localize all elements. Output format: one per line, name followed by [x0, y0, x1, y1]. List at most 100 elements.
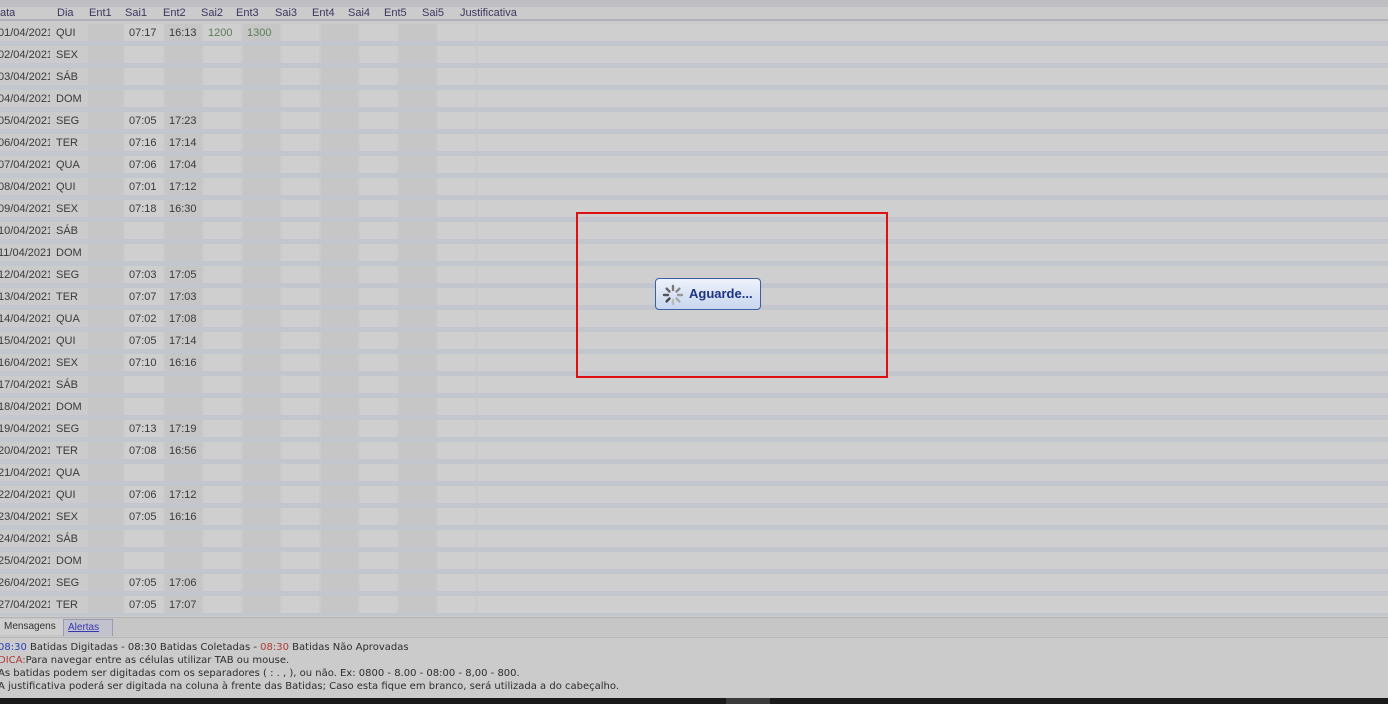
cell-ent1[interactable]: [90, 48, 122, 62]
punch-cell[interactable]: [321, 464, 358, 481]
cell-ent1[interactable]: [90, 224, 122, 238]
punch-cell[interactable]: [321, 596, 358, 613]
cell-sai1[interactable]: 07:05: [129, 510, 161, 524]
punch-cell[interactable]: [399, 288, 436, 305]
punch-cell[interactable]: [438, 134, 475, 151]
cell-sai2[interactable]: [208, 202, 240, 216]
cell-ent3[interactable]: [247, 334, 279, 348]
cell-ent1[interactable]: [90, 554, 122, 568]
punch-cell[interactable]: [438, 156, 475, 173]
cell-ent3[interactable]: [247, 378, 279, 392]
punch-cell[interactable]: [438, 288, 475, 305]
cell-sai2[interactable]: [208, 180, 240, 194]
punch-cell[interactable]: [282, 244, 319, 261]
cell-sai2[interactable]: [208, 48, 240, 62]
cell-sai2[interactable]: 1200: [208, 26, 240, 40]
cell-ent1[interactable]: [90, 532, 122, 546]
punch-cell[interactable]: [321, 420, 358, 437]
punch-cell[interactable]: [360, 46, 397, 63]
cell-sai2[interactable]: [208, 92, 240, 106]
cell-ent3[interactable]: [247, 400, 279, 414]
cell-ent3[interactable]: [247, 180, 279, 194]
cell-sai1[interactable]: [129, 378, 161, 392]
punch-cell[interactable]: [399, 420, 436, 437]
cell-ent1[interactable]: [90, 466, 122, 480]
punch-cell[interactable]: [399, 486, 436, 503]
justificativa-cell[interactable]: [478, 486, 1388, 503]
punch-cell[interactable]: [438, 222, 475, 239]
punch-cell[interactable]: [399, 398, 436, 415]
punch-cell[interactable]: [438, 574, 475, 591]
cell-sai2[interactable]: [208, 466, 240, 480]
cell-ent1[interactable]: [90, 26, 122, 40]
punch-cell[interactable]: [321, 24, 358, 41]
cell-sai1[interactable]: 07:16: [129, 136, 161, 150]
punch-cell[interactable]: [282, 112, 319, 129]
punch-cell[interactable]: [399, 266, 436, 283]
cell-sai1[interactable]: 07:01: [129, 180, 161, 194]
cell-ent1[interactable]: [90, 356, 122, 370]
cell-sai1[interactable]: [129, 554, 161, 568]
punch-cell[interactable]: [438, 376, 475, 393]
cell-sai2[interactable]: [208, 136, 240, 150]
punch-cell[interactable]: [399, 156, 436, 173]
cell-sai2[interactable]: [208, 598, 240, 612]
punch-cell[interactable]: [282, 486, 319, 503]
justificativa-cell[interactable]: [478, 376, 1388, 393]
cell-ent2[interactable]: [169, 400, 201, 414]
punch-cell[interactable]: [321, 266, 358, 283]
cell-ent2[interactable]: 17:19: [169, 422, 201, 436]
cell-ent1[interactable]: [90, 158, 122, 172]
justificativa-cell[interactable]: [478, 552, 1388, 569]
punch-cell[interactable]: [321, 156, 358, 173]
punch-cell[interactable]: [360, 486, 397, 503]
punch-cell[interactable]: [360, 508, 397, 525]
punch-cell[interactable]: [360, 222, 397, 239]
cell-sai1[interactable]: [129, 224, 161, 238]
cell-ent3[interactable]: [247, 92, 279, 106]
punch-cell[interactable]: [438, 90, 475, 107]
punch-cell[interactable]: [360, 266, 397, 283]
punch-cell[interactable]: [438, 486, 475, 503]
justificativa-cell[interactable]: [478, 464, 1388, 481]
punch-cell[interactable]: [360, 376, 397, 393]
punch-cell[interactable]: [399, 442, 436, 459]
cell-sai2[interactable]: [208, 114, 240, 128]
cell-sai2[interactable]: [208, 224, 240, 238]
punch-cell[interactable]: [438, 332, 475, 349]
punch-cell[interactable]: [399, 508, 436, 525]
cell-sai1[interactable]: 07:08: [129, 444, 161, 458]
cell-sai2[interactable]: [208, 510, 240, 524]
justificativa-cell[interactable]: [478, 90, 1388, 107]
punch-cell[interactable]: [438, 200, 475, 217]
cell-sai1[interactable]: 07:18: [129, 202, 161, 216]
punch-cell[interactable]: [399, 574, 436, 591]
justificativa-cell[interactable]: [478, 46, 1388, 63]
punch-cell[interactable]: [282, 420, 319, 437]
cell-ent3[interactable]: [247, 532, 279, 546]
cell-ent2[interactable]: 17:23: [169, 114, 201, 128]
cell-ent3[interactable]: [247, 598, 279, 612]
cell-sai1[interactable]: [129, 400, 161, 414]
punch-cell[interactable]: [321, 134, 358, 151]
punch-cell[interactable]: [399, 464, 436, 481]
punch-cell[interactable]: [399, 244, 436, 261]
justificativa-cell[interactable]: [478, 530, 1388, 547]
cell-ent1[interactable]: [90, 290, 122, 304]
punch-cell[interactable]: [399, 596, 436, 613]
cell-sai2[interactable]: [208, 532, 240, 546]
punch-cell[interactable]: [321, 288, 358, 305]
punch-cell[interactable]: [360, 134, 397, 151]
punch-cell[interactable]: [360, 178, 397, 195]
punch-cell[interactable]: [282, 398, 319, 415]
punch-cell[interactable]: [321, 486, 358, 503]
punch-cell[interactable]: [321, 222, 358, 239]
punch-cell[interactable]: [321, 530, 358, 547]
punch-cell[interactable]: [438, 24, 475, 41]
cell-ent2[interactable]: [169, 246, 201, 260]
cell-sai2[interactable]: [208, 334, 240, 348]
cell-sai1[interactable]: 07:06: [129, 488, 161, 502]
punch-cell[interactable]: [282, 134, 319, 151]
punch-cell[interactable]: [321, 354, 358, 371]
tab-mensagens[interactable]: Mensagens: [0, 619, 65, 635]
